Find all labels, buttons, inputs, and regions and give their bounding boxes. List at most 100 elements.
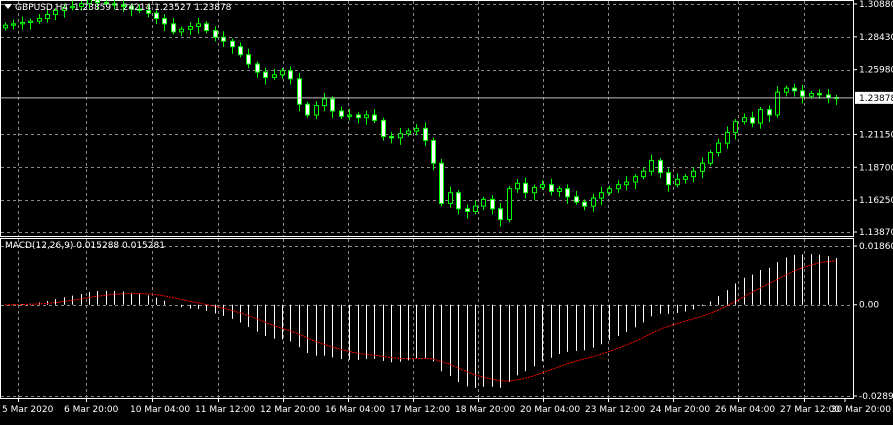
candle <box>179 26 184 37</box>
candle <box>750 111 755 128</box>
candle <box>557 186 562 198</box>
time-tick-label: 16 Mar 04:00 <box>325 405 385 415</box>
time-tick-label: 11 Mar 12:00 <box>195 405 255 415</box>
candle <box>775 86 780 118</box>
candle <box>398 127 403 145</box>
time-tick-label: 23 Mar 12:00 <box>585 405 645 415</box>
candle <box>364 110 369 125</box>
candle <box>11 19 16 30</box>
candle <box>742 113 747 125</box>
mt4-chart-window[interactable]: 1.30880 1.28430 1.25980 1.21150 1.18700 1.162… <box>0 0 893 421</box>
time-tick-label: 12 Mar 20:00 <box>260 405 320 415</box>
candle <box>649 154 654 176</box>
candle <box>456 190 461 215</box>
candle <box>389 132 394 144</box>
time-tick-label: 6 Mar 20:00 <box>64 405 119 415</box>
macd-indicator <box>5 254 837 388</box>
dropdown-arrow-icon[interactable] <box>4 4 12 9</box>
candle <box>356 112 361 124</box>
candle <box>733 119 738 140</box>
candle <box>532 184 537 200</box>
macd-tick-label: -0.028900 <box>859 392 893 402</box>
candle <box>423 122 428 147</box>
candlestick-series <box>3 0 839 227</box>
candle <box>473 200 478 215</box>
candle <box>372 109 377 124</box>
candle <box>826 88 831 104</box>
candle <box>490 195 495 215</box>
candle <box>507 186 512 223</box>
candle <box>448 186 453 208</box>
price-tick-label: 1.13870 <box>859 228 893 238</box>
candle <box>624 176 629 191</box>
time-axis: 5 Mar 2020 6 Mar 20:00 10 Mar 04:00 11 Mar … <box>2 398 891 415</box>
price-tick-label: 1.16250 <box>859 196 893 206</box>
candle <box>700 157 705 179</box>
candle <box>255 61 260 78</box>
candle <box>633 173 638 190</box>
candle <box>675 173 680 188</box>
candle <box>322 93 327 112</box>
candle <box>767 105 772 123</box>
candle <box>204 21 209 34</box>
time-tick-label: 24 Mar 20:00 <box>650 405 710 415</box>
macd-info-label: MACD(12,26,9) 0.015288 0.015281 <box>5 241 165 251</box>
ohlc-close: 1.23878 <box>194 3 232 13</box>
candle <box>758 106 763 129</box>
candle <box>716 138 721 157</box>
time-tick-label: 17 Mar 12:00 <box>390 405 450 415</box>
price-tick-label: 1.25980 <box>859 66 893 76</box>
candle <box>574 190 579 205</box>
candle <box>162 14 167 31</box>
candle <box>330 96 335 119</box>
time-tick-label: 20 Mar 04:00 <box>520 405 580 415</box>
candle <box>641 166 646 180</box>
candle <box>683 173 688 184</box>
time-tick-label: 5 Mar 2020 <box>2 405 54 415</box>
candle <box>230 38 235 54</box>
current-price-label: 1.23878 <box>859 94 893 104</box>
macd-tick-label: 0.018600 <box>859 242 893 252</box>
candle <box>188 22 193 35</box>
candle <box>725 126 730 149</box>
time-tick-label: 26 Mar 04:00 <box>715 405 775 415</box>
time-tick-label: 30 Mar 20:00 <box>831 405 891 415</box>
candle <box>246 48 251 69</box>
candle <box>792 83 797 97</box>
chart-frame <box>0 0 854 399</box>
candle <box>691 166 696 183</box>
candle <box>381 117 386 141</box>
candle <box>616 180 621 193</box>
candle <box>314 101 319 120</box>
ohlc-high: 1.24214 <box>114 3 152 13</box>
candle <box>238 42 243 58</box>
candle <box>498 202 503 227</box>
macd-axis: 0.018600 0.00 -0.028900 <box>853 242 893 402</box>
ohlc-low: 1.23527 <box>154 3 192 13</box>
candle <box>582 199 587 211</box>
candle <box>297 72 302 112</box>
time-tick-label: 10 Mar 04:00 <box>130 405 190 415</box>
candle <box>431 137 436 171</box>
candle <box>221 31 226 47</box>
candle <box>481 196 486 211</box>
candle <box>20 16 25 30</box>
chart-grid <box>1 1 853 398</box>
price-tick-label: 1.28430 <box>859 33 893 43</box>
chart-canvas[interactable]: 1.30880 1.28430 1.25980 1.21150 1.18700 1.162… <box>0 0 893 421</box>
candle <box>834 94 839 105</box>
price-tick-label: 1.30880 <box>859 0 893 10</box>
macd-signal-line <box>5 260 837 382</box>
candle <box>591 193 596 212</box>
candle <box>414 124 419 136</box>
price-axis: 1.30880 1.28430 1.25980 1.21150 1.18700 1.162… <box>853 0 893 238</box>
price-tick-label: 1.18700 <box>859 163 893 173</box>
candle <box>37 14 42 24</box>
candle <box>196 17 201 34</box>
candle <box>3 22 8 31</box>
symbol-name: GBPUSD,H4 <box>15 3 69 13</box>
candle <box>339 106 344 120</box>
symbol-info-label: GBPUSD,H4 1.23859 1.24214 1.23527 1.2387… <box>4 3 231 13</box>
candle <box>288 66 293 85</box>
candle <box>406 128 411 137</box>
